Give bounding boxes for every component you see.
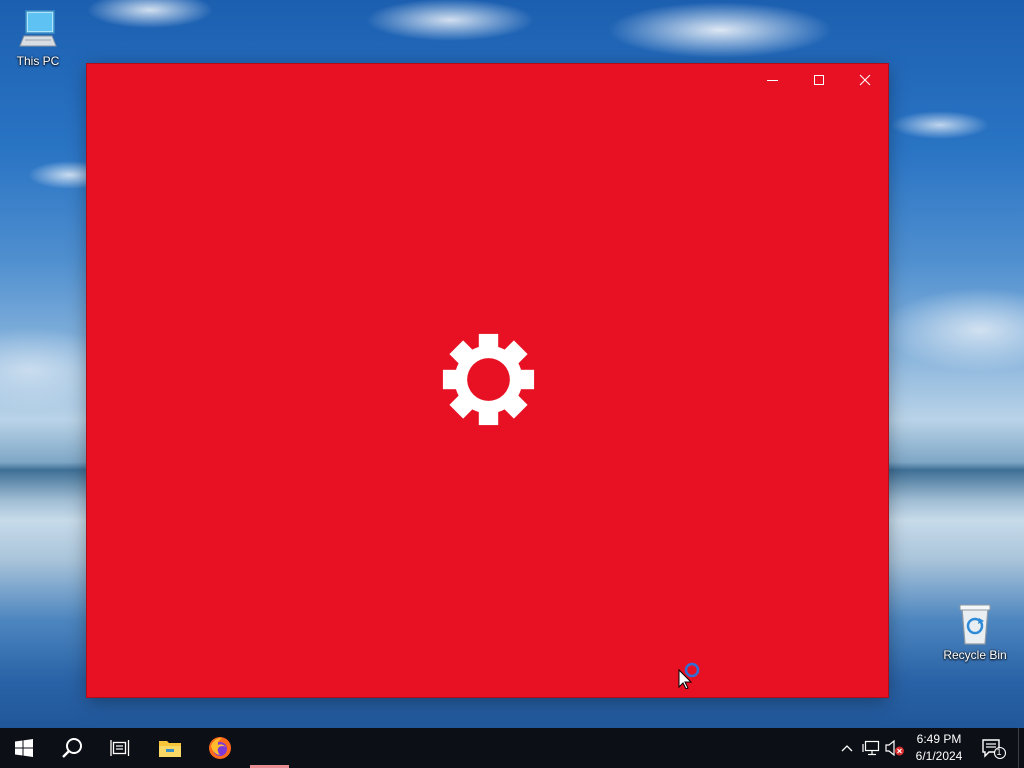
- task-view-button[interactable]: [96, 728, 144, 768]
- firefox-icon: [209, 737, 231, 759]
- start-button[interactable]: [0, 728, 48, 768]
- taskbar: 6:49 PM 6/1/2024 1: [0, 728, 1024, 768]
- clock[interactable]: 6:49 PM 6/1/2024: [906, 731, 972, 765]
- this-pc-icon: [19, 10, 57, 47]
- task-view-icon: [110, 740, 130, 756]
- desktop-icon-label: This PC: [16, 54, 60, 68]
- action-center-button[interactable]: 1: [978, 728, 1008, 768]
- volume-button[interactable]: [884, 728, 906, 768]
- recycle-bin-icon: [959, 604, 991, 645]
- clock-date: 6/1/2024: [915, 749, 963, 763]
- desktop-icon-recycle-bin[interactable]: Recycle Bin: [937, 602, 1013, 662]
- search-button[interactable]: [48, 728, 96, 768]
- search-icon: [62, 738, 82, 758]
- volume-muted-icon: [885, 740, 904, 756]
- network-button[interactable]: [860, 728, 882, 768]
- desktop-icon-this-pc[interactable]: This PC: [0, 8, 76, 68]
- show-desktop-button[interactable]: [1018, 728, 1024, 768]
- chevron-up-icon: [841, 745, 853, 752]
- file-explorer-icon: [159, 741, 181, 757]
- maximize-button[interactable]: [796, 64, 842, 96]
- close-icon: [859, 74, 871, 86]
- clock-time: 6:49 PM: [916, 732, 962, 746]
- desktop: This PC Recycle Bin: [0, 0, 1024, 728]
- start-icon: [15, 739, 33, 757]
- file-explorer-button[interactable]: [146, 728, 194, 768]
- firefox-button[interactable]: [196, 728, 244, 768]
- busy-cursor-icon: [678, 662, 700, 689]
- app-window[interactable]: [87, 64, 888, 697]
- minimize-icon: [767, 80, 778, 81]
- notification-count: 1: [996, 747, 1002, 757]
- show-hidden-icons-button[interactable]: [838, 728, 856, 768]
- close-button[interactable]: [842, 64, 888, 96]
- desktop-icon-label: Recycle Bin: [943, 648, 1007, 662]
- gear-icon: [442, 333, 535, 426]
- network-icon: [862, 740, 880, 756]
- maximize-icon: [814, 75, 824, 85]
- minimize-button[interactable]: [750, 64, 796, 96]
